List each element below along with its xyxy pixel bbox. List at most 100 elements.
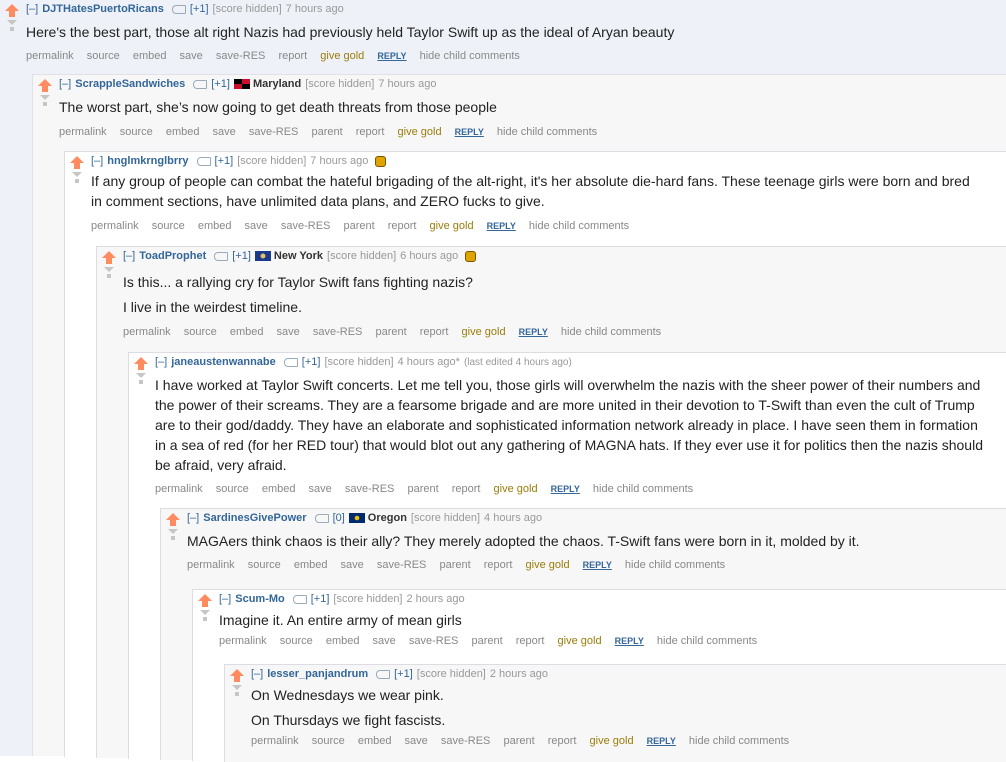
permalink-link[interactable]: permalink [26,50,74,62]
downvote-arrow-icon[interactable] [72,172,82,177]
tag-icon[interactable] [376,669,391,679]
source-link[interactable]: source [152,220,185,232]
save-res-link[interactable]: save-RES [409,635,459,647]
reply-button[interactable]: REPLY [377,51,406,61]
save-res-link[interactable]: save-RES [345,483,395,495]
tag-icon[interactable] [292,594,307,604]
tag-icon[interactable] [193,79,208,89]
report-link[interactable]: report [278,50,307,62]
report-link[interactable]: report [548,735,577,747]
author-link[interactable]: lesser_panjandrum [267,668,368,680]
upvote-arrow-icon[interactable] [134,357,148,364]
source-link[interactable]: source [216,483,249,495]
give-gold-link[interactable]: give gold [590,735,634,747]
report-link[interactable]: report [516,635,545,647]
hide-child-comments-link[interactable]: hide child comments [420,50,520,62]
collapse-toggle[interactable]: [–] [91,155,103,167]
collapse-toggle[interactable]: [–] [187,512,199,524]
source-link[interactable]: source [280,635,313,647]
reply-button[interactable]: REPLY [647,736,676,746]
author-link[interactable]: ScrappleSandwiches [75,78,185,90]
hide-child-comments-link[interactable]: hide child comments [625,559,725,571]
tag-icon[interactable] [283,357,298,367]
report-link[interactable]: report [356,126,385,138]
save-res-link[interactable]: save-RES [249,126,299,138]
embed-link[interactable]: embed [133,50,167,62]
author-link[interactable]: hnglmkrnglbrry [107,155,188,167]
reply-button[interactable]: REPLY [519,327,548,337]
tag-icon[interactable] [171,4,186,14]
save-link[interactable]: save [373,635,396,647]
report-link[interactable]: report [420,326,449,338]
save-link[interactable]: save [245,220,268,232]
save-res-link[interactable]: save-RES [377,559,427,571]
author-link[interactable]: janeaustenwannabe [171,356,276,368]
source-link[interactable]: source [120,126,153,138]
hide-child-comments-link[interactable]: hide child comments [497,126,597,138]
parent-link[interactable]: parent [439,559,470,571]
author-link[interactable]: DJTHatesPuertoRicans [42,3,164,15]
upvote-arrow-icon[interactable] [102,251,116,258]
downvote-arrow-icon[interactable] [104,267,114,272]
save-res-link[interactable]: save-RES [441,735,491,747]
permalink-link[interactable]: permalink [123,326,171,338]
collapse-toggle[interactable]: [–] [219,593,231,605]
downvote-arrow-icon[interactable] [40,95,50,100]
source-link[interactable]: source [312,735,345,747]
permalink-link[interactable]: permalink [91,220,139,232]
parent-link[interactable]: parent [343,220,374,232]
report-link[interactable]: report [388,220,417,232]
give-gold-link[interactable]: give gold [526,559,570,571]
embed-link[interactable]: embed [230,326,264,338]
reply-button[interactable]: REPLY [615,636,644,646]
give-gold-link[interactable]: give gold [398,126,442,138]
upvote-arrow-icon[interactable] [38,79,52,86]
save-res-link[interactable]: save-RES [313,326,363,338]
parent-link[interactable]: parent [503,735,534,747]
give-gold-link[interactable]: give gold [430,220,474,232]
give-gold-link[interactable]: give gold [462,326,506,338]
parent-link[interactable]: parent [311,126,342,138]
reply-button[interactable]: REPLY [455,127,484,137]
permalink-link[interactable]: permalink [187,559,235,571]
hide-child-comments-link[interactable]: hide child comments [657,635,757,647]
collapse-toggle[interactable]: [–] [155,356,167,368]
embed-link[interactable]: embed [358,735,392,747]
author-link[interactable]: SardinesGivePower [203,512,306,524]
save-link[interactable]: save [405,735,428,747]
embed-link[interactable]: embed [294,559,328,571]
permalink-link[interactable]: permalink [59,126,107,138]
source-link[interactable]: source [87,50,120,62]
save-res-link[interactable]: save-RES [281,220,331,232]
upvote-arrow-icon[interactable] [70,156,84,163]
save-link[interactable]: save [309,483,332,495]
embed-link[interactable]: embed [198,220,232,232]
collapse-toggle[interactable]: [–] [251,668,263,680]
parent-link[interactable]: parent [375,326,406,338]
hide-child-comments-link[interactable]: hide child comments [593,483,693,495]
give-gold-link[interactable]: give gold [320,50,364,62]
downvote-arrow-icon[interactable] [168,529,178,534]
upvote-arrow-icon[interactable] [5,4,19,11]
author-link[interactable]: Scum-Mo [235,593,285,605]
reply-button[interactable]: REPLY [583,560,612,570]
upvote-arrow-icon[interactable] [198,594,212,601]
save-link[interactable]: save [180,50,203,62]
reply-button[interactable]: REPLY [551,484,580,494]
collapse-toggle[interactable]: [–] [26,3,38,15]
embed-link[interactable]: embed [262,483,296,495]
permalink-link[interactable]: permalink [155,483,203,495]
save-link[interactable]: save [213,126,236,138]
save-link[interactable]: save [341,559,364,571]
parent-link[interactable]: parent [471,635,502,647]
upvote-arrow-icon[interactable] [230,669,244,676]
downvote-arrow-icon[interactable] [200,610,210,615]
hide-child-comments-link[interactable]: hide child comments [529,220,629,232]
collapse-toggle[interactable]: [–] [123,250,135,262]
author-link[interactable]: ToadProphet [139,250,206,262]
downvote-arrow-icon[interactable] [7,20,17,25]
source-link[interactable]: source [248,559,281,571]
give-gold-link[interactable]: give gold [558,635,602,647]
save-res-link[interactable]: save-RES [216,50,266,62]
collapse-toggle[interactable]: [–] [59,78,71,90]
